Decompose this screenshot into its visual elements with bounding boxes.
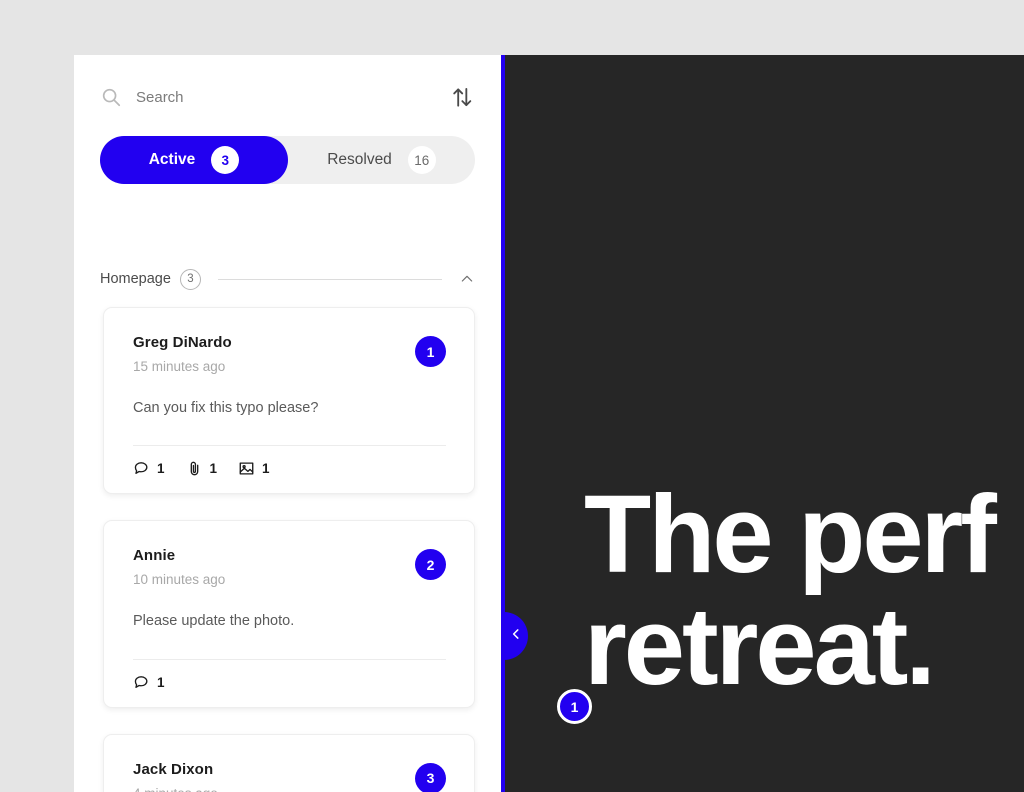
group-label: Homepage bbox=[100, 271, 171, 287]
card-header: Greg DiNardo 15 minutes ago 1 bbox=[133, 334, 446, 374]
meta-attachments[interactable]: 1 bbox=[186, 460, 218, 477]
meta-replies-count: 1 bbox=[157, 674, 165, 690]
meta-replies[interactable]: 1 bbox=[133, 460, 165, 477]
tab-resolved[interactable]: Resolved 16 bbox=[288, 136, 475, 184]
card-author-block: Jack Dixon 4 minutes ago bbox=[133, 761, 415, 792]
group-header-homepage[interactable]: Homepage 3 bbox=[100, 265, 475, 293]
hero-headline-line-1: The perf bbox=[584, 473, 997, 596]
comment-card-list: Greg DiNardo 15 minutes ago 1 Can you fi… bbox=[74, 307, 501, 792]
search-icon bbox=[100, 86, 122, 108]
card-timestamp: 4 minutes ago bbox=[133, 786, 415, 792]
status-filter-tabs: Active 3 Resolved 16 bbox=[100, 136, 475, 184]
panel-divider bbox=[501, 55, 505, 792]
card-header: Annie 10 minutes ago 2 bbox=[133, 547, 446, 587]
tab-active[interactable]: Active 3 bbox=[100, 136, 288, 184]
hero-headline: The perf retreat. bbox=[584, 473, 997, 708]
tab-resolved-count: 16 bbox=[407, 146, 436, 174]
comment-bubble-icon bbox=[133, 460, 150, 477]
card-index-badge: 1 bbox=[415, 336, 446, 367]
meta-replies-count: 1 bbox=[157, 461, 165, 477]
card-header: Jack Dixon 4 minutes ago 3 bbox=[133, 761, 446, 792]
card-author: Jack Dixon bbox=[133, 760, 214, 778]
search-field-group[interactable] bbox=[100, 86, 449, 108]
meta-attachments-count: 1 bbox=[209, 461, 218, 477]
tab-active-count: 3 bbox=[211, 146, 240, 174]
meta-replies[interactable]: 1 bbox=[133, 674, 165, 691]
sort-arrows-icon[interactable] bbox=[449, 84, 475, 110]
group-count: 3 bbox=[179, 268, 201, 290]
card-timestamp: 15 minutes ago bbox=[133, 359, 226, 374]
meta-images-count: 1 bbox=[262, 461, 270, 477]
app-root: Active 3 Resolved 16 Homepage 3 bbox=[0, 0, 1024, 792]
card-author: Annie bbox=[133, 547, 176, 565]
paperclip-icon bbox=[186, 460, 203, 477]
search-bar bbox=[74, 55, 501, 139]
card-body-text: Can you fix this typo please? bbox=[133, 400, 319, 416]
card-author-block: Annie 10 minutes ago bbox=[133, 547, 415, 587]
comment-card[interactable]: Jack Dixon 4 minutes ago 3 bbox=[103, 733, 475, 792]
group-divider bbox=[217, 278, 442, 280]
card-body-text: Please update the photo. bbox=[133, 613, 295, 630]
comment-card[interactable]: Greg DiNardo 15 minutes ago 1 Can you fi… bbox=[103, 307, 475, 495]
card-index-badge: 2 bbox=[415, 549, 446, 581]
tab-resolved-label: Resolved bbox=[327, 151, 392, 168]
card-author-block: Greg DiNardo 15 minutes ago bbox=[133, 334, 415, 374]
card-meta-row: 1 bbox=[133, 660, 446, 707]
meta-images[interactable]: 1 bbox=[238, 460, 270, 477]
chevron-left-icon bbox=[509, 627, 523, 646]
tab-active-label: Active bbox=[148, 151, 196, 168]
card-meta-row: 1 1 1 bbox=[133, 446, 446, 493]
search-input[interactable] bbox=[136, 88, 376, 106]
card-author: Greg DiNardo bbox=[133, 334, 232, 351]
comment-pin-marker[interactable]: 1 bbox=[557, 689, 592, 724]
comment-card[interactable]: Annie 10 minutes ago 2 Please update the… bbox=[103, 520, 475, 708]
card-index-badge: 3 bbox=[415, 762, 446, 792]
hero-headline-line-2: retreat. bbox=[584, 585, 936, 708]
design-preview-panel: The perf retreat. 1 bbox=[505, 55, 1024, 792]
comments-sidebar: Active 3 Resolved 16 Homepage 3 bbox=[74, 55, 501, 792]
image-icon bbox=[238, 460, 255, 477]
card-timestamp: 10 minutes ago bbox=[133, 572, 226, 588]
chevron-up-icon[interactable] bbox=[459, 271, 475, 287]
comment-bubble-icon bbox=[133, 674, 150, 691]
